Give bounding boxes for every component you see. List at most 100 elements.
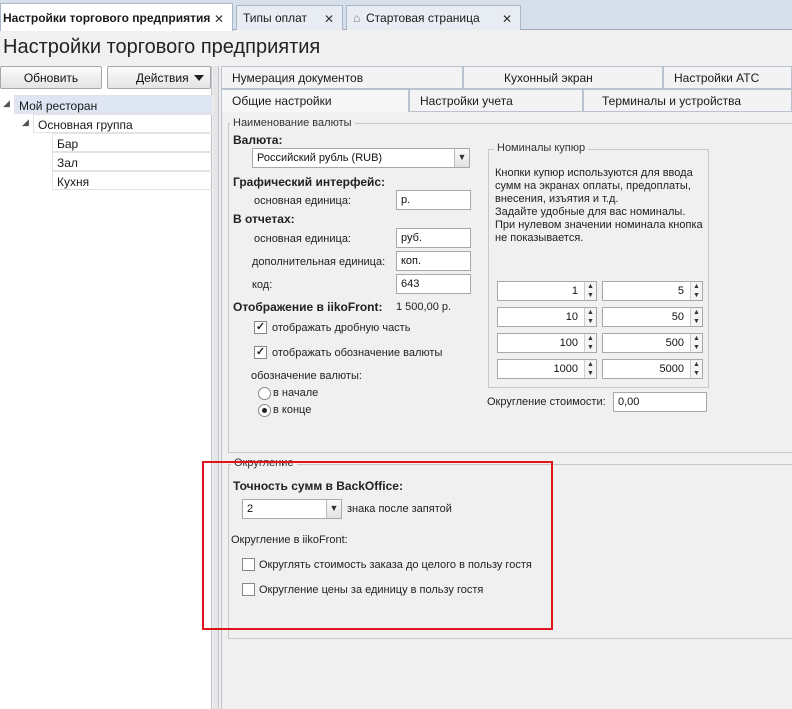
tree-node-kitchen[interactable]: Кухня [52,171,212,190]
doc-tab-label: Настройки торгового предприятия [3,11,211,25]
settings-tabs: Нумерация документов Кухонный экран Наст… [221,66,792,112]
code-input[interactable]: 643 [396,274,471,294]
denomination-value: 100 [559,337,578,349]
tree-node-hall[interactable]: Зал [52,152,212,171]
doc-tab-enterprise-settings[interactable]: Настройки торгового предприятия ✕ [0,3,233,31]
spin-icon[interactable]: ▲ ▼ [584,360,596,378]
tree-node-main-group[interactable]: Основная группа [33,114,212,133]
rounding-cost-label: Округление стоимости: [487,396,606,408]
denomination-value: 5 [677,285,684,297]
tree-node-bar[interactable]: Бар [52,133,212,152]
spin-up-icon[interactable]: ▲ [693,335,700,342]
chevron-down-icon[interactable]: ▼ [454,149,469,167]
hint-line: не показывается. [495,232,584,244]
reports-label: В отчетах: [233,212,295,226]
close-icon[interactable]: ✕ [502,12,512,26]
gui-main-unit-input[interactable]: р. [396,190,471,210]
spin-up-icon[interactable]: ▲ [693,309,700,316]
actions-dropdown-button[interactable]: Действия [107,66,211,89]
spin-up-icon[interactable]: ▲ [693,283,700,290]
spin-icon[interactable]: ▲ ▼ [690,334,702,352]
tab-kitchen-screen[interactable]: Кухонный экран [463,66,663,89]
display-label: Отображение в iikoFront: [233,300,383,314]
close-icon[interactable]: ✕ [214,12,224,26]
show-fraction-checkbox[interactable]: ✓ [254,321,267,334]
tab-general-settings[interactable]: Общие настройки [221,89,409,112]
position-end-radio[interactable] [258,404,271,417]
denominations-caption: Номиналы купюр [494,142,589,154]
doc-tab-payment-types[interactable]: Типы оплат ✕ [236,5,343,30]
tree-expand-icon[interactable]: ◢ [3,98,10,109]
tab-accounting-settings[interactable]: Настройки учета [409,89,583,112]
chevron-down-icon [194,75,204,81]
currency-label: Валюта: [233,133,283,147]
spin-down-icon[interactable]: ▼ [587,318,594,325]
rounding-cost-input[interactable]: 0,00 [613,392,707,412]
denomination-input[interactable]: 1000 ▲ ▼ [497,359,597,379]
position-start-label: в начале [273,387,319,399]
denomination-input[interactable]: 50 ▲ ▼ [602,307,703,327]
left-panel: Обновить Действия ◢ Мой ресторан ◢ Основ… [0,66,212,709]
tree-node-restaurant[interactable]: Мой ресторан [14,95,212,114]
close-icon[interactable]: ✕ [324,12,334,26]
denomination-input[interactable]: 5000 ▲ ▼ [602,359,703,379]
currency-group-caption: Наименование валюты [230,117,355,129]
spin-up-icon[interactable]: ▲ [587,283,594,290]
doc-tab-start-page[interactable]: ⌂ Стартовая страница ✕ [346,5,521,30]
page-title: Настройки торгового предприятия [3,36,321,58]
tab-document-numbering[interactable]: Нумерация документов [221,66,463,89]
hint-line: внесения, изъятия и т.д. [495,193,619,205]
tree-node-label: Бар [57,137,79,151]
tab-terminals-devices[interactable]: Терминалы и устройства [583,89,792,112]
tree-node-label: Мой ресторан [19,99,98,113]
tree-expand-icon[interactable]: ◢ [22,117,29,128]
denomination-value: 5000 [659,363,684,375]
rep-extra-unit-input[interactable]: коп. [396,251,471,271]
position-start-radio[interactable] [258,387,271,400]
symbol-position-label: обозначение валюты: [251,370,362,382]
denomination-input[interactable]: 10 ▲ ▼ [497,307,597,327]
rep-main-unit-input[interactable]: руб. [396,228,471,248]
denomination-input[interactable]: 1 ▲ ▼ [497,281,597,301]
spin-down-icon[interactable]: ▼ [693,370,700,377]
document-tab-strip: Настройки торгового предприятия ✕ Типы о… [0,0,792,31]
currency-select[interactable]: Российский рубль (RUB) ▼ [252,148,470,168]
gui-main-unit-label: основная единица: [254,195,351,207]
spin-down-icon[interactable]: ▼ [693,318,700,325]
denomination-value: 50 [671,311,684,323]
spin-icon[interactable]: ▲ ▼ [584,308,596,326]
code-label: код: [252,279,273,291]
denomination-value: 500 [665,337,684,349]
show-symbol-label: отображать обозначение валюты [272,347,443,359]
hint-line: Кнопки купюр используются для ввода [495,167,693,179]
spin-icon[interactable]: ▲ ▼ [584,282,596,300]
show-symbol-checkbox[interactable]: ✓ [254,346,267,359]
spin-icon[interactable]: ▲ ▼ [690,308,702,326]
spin-down-icon[interactable]: ▼ [587,344,594,351]
denomination-input[interactable]: 5 ▲ ▼ [602,281,703,301]
spin-up-icon[interactable]: ▲ [587,309,594,316]
position-end-label: в конце [273,404,312,416]
spin-down-icon[interactable]: ▼ [587,370,594,377]
denomination-input[interactable]: 100 ▲ ▼ [497,333,597,353]
denomination-input[interactable]: 500 ▲ ▼ [602,333,703,353]
spin-up-icon[interactable]: ▲ [587,335,594,342]
tab-pbx-settings[interactable]: Настройки АТС [663,66,792,89]
spin-icon[interactable]: ▲ ▼ [690,282,702,300]
spin-down-icon[interactable]: ▼ [693,344,700,351]
gui-label: Графический интерфейс: [233,175,386,189]
spin-up-icon[interactable]: ▲ [693,361,700,368]
spin-down-icon[interactable]: ▼ [693,292,700,299]
highlight-frame [202,461,553,630]
display-sample: 1 500,00 р. [396,301,452,313]
denominations-hint: Кнопки купюр используются для ввода сумм… [495,167,705,245]
doc-tab-label: Типы оплат [243,11,308,25]
refresh-button[interactable]: Обновить [0,66,102,89]
spin-down-icon[interactable]: ▼ [587,292,594,299]
spin-icon[interactable]: ▲ ▼ [690,360,702,378]
spin-icon[interactable]: ▲ ▼ [584,334,596,352]
hint-line: сумм на экранах оплаты, предоплаты, [495,180,691,192]
spin-up-icon[interactable]: ▲ [587,361,594,368]
denomination-value: 10 [565,311,578,323]
tree-node-label: Основная группа [38,118,133,132]
